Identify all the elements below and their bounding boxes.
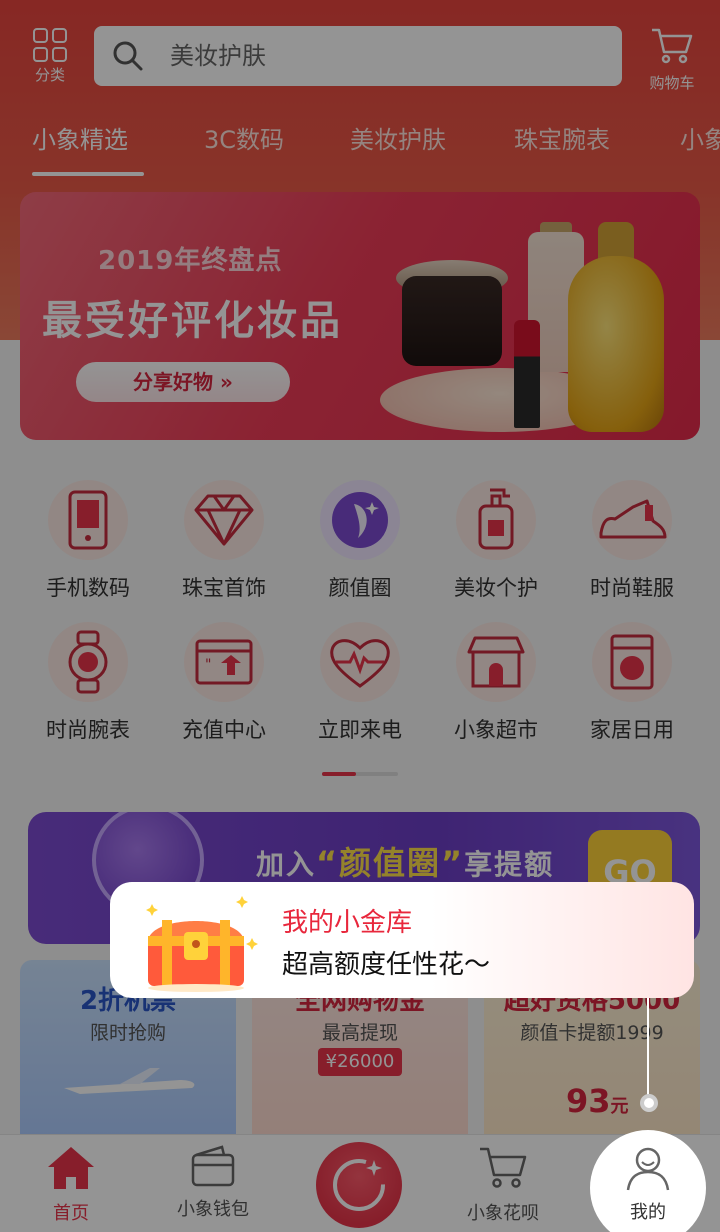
nav-mine[interactable]: 我的 [602, 1146, 694, 1224]
tooltip-anchor-dot [640, 1094, 658, 1112]
treasure-chest-icon [146, 896, 258, 992]
tooltip-connector [647, 998, 649, 1102]
guide-tooltip: 我的小金库 超高额度任性花～ [110, 882, 694, 998]
tooltip-text: 超高额度任性花～ [282, 950, 491, 980]
tooltip-title: 我的小金库 [282, 908, 413, 938]
user-icon [626, 1147, 670, 1191]
guide-overlay[interactable] [0, 0, 720, 1232]
nav-label: 我的 [630, 1202, 666, 1223]
